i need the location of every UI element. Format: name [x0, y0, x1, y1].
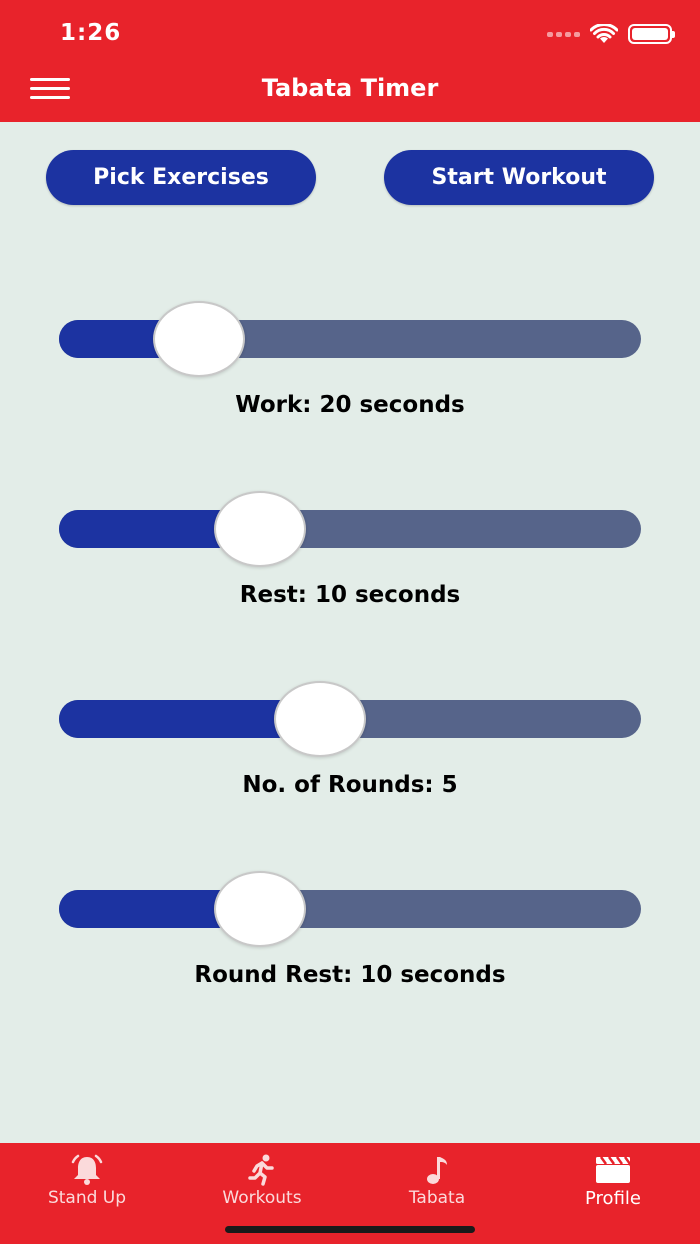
status-bar: 1:26 — [0, 0, 700, 70]
slider-thumb[interactable] — [214, 491, 306, 567]
status-time: 1:26 — [60, 20, 122, 46]
pick-exercises-button[interactable]: Pick Exercises — [46, 150, 316, 205]
round-rest-slider[interactable] — [59, 871, 641, 947]
rounds-slider[interactable] — [59, 681, 641, 757]
nav-bar: Tabata Timer — [0, 70, 700, 122]
tab-workouts[interactable]: Workouts — [187, 1153, 337, 1208]
work-slider[interactable] — [59, 301, 641, 377]
slider-thumb[interactable] — [214, 871, 306, 947]
wifi-icon — [590, 24, 618, 43]
slider-thumb[interactable] — [153, 301, 245, 377]
rest-label: Rest: 10 seconds — [239, 582, 461, 608]
tab-label: Profile — [585, 1188, 641, 1209]
page-title: Tabata Timer — [261, 74, 439, 102]
rounds-label: No. of Rounds: 5 — [242, 772, 458, 798]
running-icon — [248, 1154, 274, 1186]
work-label: Work: 20 seconds — [235, 392, 465, 418]
start-workout-button[interactable]: Start Workout — [384, 150, 654, 205]
tab-label: Stand Up — [47, 1188, 127, 1208]
signal-icon — [547, 31, 580, 37]
tab-tabata[interactable]: Tabata — [362, 1153, 512, 1208]
rest-slider[interactable] — [59, 491, 641, 567]
bell-icon — [71, 1154, 103, 1185]
tab-profile[interactable]: Profile — [538, 1153, 688, 1209]
battery-icon — [628, 24, 675, 44]
home-indicator — [225, 1226, 475, 1233]
tab-stand-up[interactable]: Stand Up — [12, 1153, 162, 1208]
round-rest-label: Round Rest: 10 seconds — [194, 962, 506, 988]
clapperboard-icon — [596, 1156, 631, 1183]
music-note-icon — [427, 1157, 447, 1184]
slider-thumb[interactable] — [274, 681, 366, 757]
status-indicators — [547, 24, 675, 44]
tab-label: Tabata — [408, 1188, 466, 1208]
tab-label: Workouts — [222, 1188, 302, 1208]
